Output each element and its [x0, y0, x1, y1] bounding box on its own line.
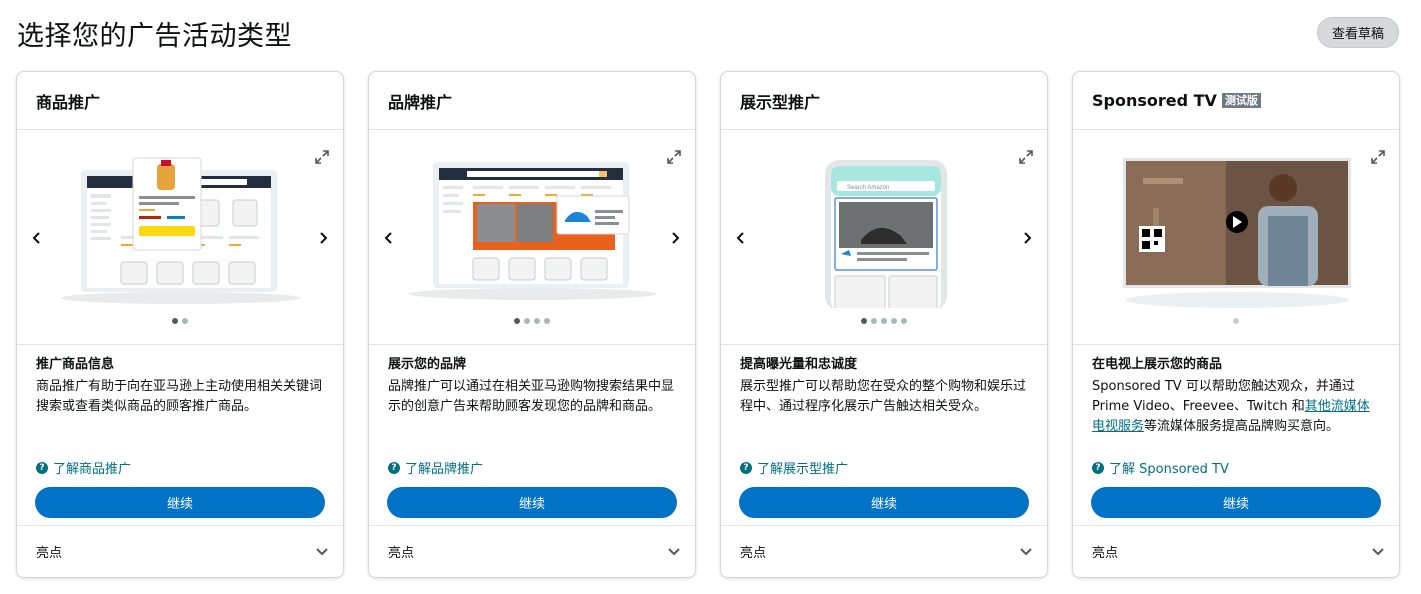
illustration-laptop-brand — [409, 162, 657, 300]
carousel — [1073, 130, 1399, 345]
illustration-tv-video — [1123, 158, 1351, 308]
card-title: 品牌推广 — [369, 72, 695, 130]
expand-icon[interactable] — [1019, 150, 1033, 164]
carousel — [17, 130, 343, 345]
card-title-text: Sponsored TV — [1092, 91, 1217, 110]
illustration-phone-display: Search Amazon — [825, 160, 947, 308]
carousel-dot[interactable] — [871, 318, 877, 324]
continue-button[interactable]: 继续 — [35, 487, 325, 518]
learn-more-link[interactable]: ? 了解展示型推广 — [740, 458, 848, 477]
carousel-dot[interactable] — [544, 318, 550, 324]
illustration-laptop-products — [61, 157, 301, 304]
carousel-dot[interactable] — [901, 318, 907, 324]
card-title-text: 展示型推广 — [740, 92, 821, 112]
chevron-right-icon[interactable] — [315, 230, 331, 246]
learn-more-text: 了解商品推广 — [53, 462, 132, 477]
card-sponsored-display: 展示型推广 Search Amazon 提高曝光量和忠诚度 展示型推广可以帮助您… — [720, 71, 1048, 578]
carousel-dots — [369, 318, 695, 324]
carousel-dot[interactable] — [172, 318, 178, 324]
expand-icon[interactable] — [667, 150, 681, 164]
highlights-label: 亮点 — [388, 546, 415, 561]
expand-icon[interactable] — [1371, 150, 1385, 164]
carousel-dot[interactable] — [881, 318, 887, 324]
chevron-left-icon[interactable] — [733, 230, 749, 246]
chevron-down-icon — [668, 547, 680, 555]
beta-badge: 测试版 — [1221, 93, 1261, 108]
question-circle-icon: ? — [740, 461, 752, 474]
card-subtitle: 推广商品信息 — [36, 357, 115, 372]
card-description: 商品推广有助于向在亚马逊上主动使用相关关键词搜索或查看类似商品的顾客推广商品。 — [36, 379, 323, 414]
carousel-dot[interactable] — [524, 318, 530, 324]
card-sponsored-products: 商品推广 推广商品信息 商品推广有助于向在亚马逊上主动使用相关关键词搜索或查看类… — [16, 71, 344, 578]
description-text-end: 等流媒体服务提高品牌购买意向。 — [1144, 419, 1340, 434]
card-title-text: 商品推广 — [36, 92, 101, 112]
question-circle-icon: ? — [1092, 461, 1104, 474]
card-subtitle: 提高曝光量和忠诚度 — [740, 357, 858, 372]
continue-button[interactable]: 继续 — [387, 487, 677, 518]
question-circle-icon: ? — [388, 461, 400, 474]
highlights-label: 亮点 — [36, 546, 63, 561]
carousel-dots — [17, 318, 343, 324]
search-placeholder-text: Search Amazon — [847, 185, 889, 191]
highlights-toggle[interactable]: 亮点 — [721, 525, 1047, 577]
card-title: 商品推广 — [17, 72, 343, 130]
learn-more-link[interactable]: ? 了解商品推广 — [36, 458, 131, 477]
carousel-dots — [1073, 318, 1399, 324]
continue-button[interactable]: 继续 — [739, 487, 1029, 518]
carousel-dot[interactable] — [1233, 318, 1239, 324]
expand-icon[interactable] — [315, 150, 329, 164]
card-title: 展示型推广 — [721, 72, 1047, 130]
highlights-toggle[interactable]: 亮点 — [1073, 525, 1399, 577]
carousel-dot[interactable] — [182, 318, 188, 324]
card-description: 品牌推广可以通过在相关亚马逊购物搜索结果中显示的创意广告来帮助顾客发现您的品牌和… — [388, 379, 675, 414]
card-subtitle: 展示您的品牌 — [388, 357, 467, 372]
card-title: Sponsored TV 测试版 — [1073, 72, 1399, 130]
chevron-down-icon — [1372, 547, 1384, 555]
carousel-dot[interactable] — [534, 318, 540, 324]
card-sponsored-tv: Sponsored TV 测试版 在电视上展示您的商品 Sponsored TV… — [1072, 71, 1400, 578]
learn-more-text: 了解品牌推广 — [405, 462, 484, 477]
card-sponsored-brands: 品牌推广 展示您的品牌 品牌推广可以通过在相关亚马逊购物搜索结果中显示的创意广告… — [368, 71, 696, 578]
chevron-down-icon — [1020, 547, 1032, 555]
card-title-text: 品牌推广 — [388, 92, 453, 112]
carousel-dot[interactable] — [514, 318, 520, 324]
carousel — [369, 130, 695, 345]
chevron-right-icon[interactable] — [1019, 230, 1035, 246]
chevron-right-icon[interactable] — [667, 230, 683, 246]
highlights-label: 亮点 — [740, 546, 767, 561]
highlights-label: 亮点 — [1092, 546, 1119, 561]
carousel-dot[interactable] — [861, 318, 867, 324]
learn-more-text: 了解展示型推广 — [757, 462, 849, 477]
page-title: 选择您的广告活动类型 — [17, 21, 292, 52]
learn-more-text: 了解 Sponsored TV — [1109, 462, 1229, 477]
highlights-toggle[interactable]: 亮点 — [17, 525, 343, 577]
carousel: Search Amazon — [721, 130, 1047, 345]
question-circle-icon: ? — [36, 461, 48, 474]
continue-button[interactable]: 继续 — [1091, 487, 1381, 518]
carousel-dot[interactable] — [891, 318, 897, 324]
learn-more-link[interactable]: ? 了解 Sponsored TV — [1092, 458, 1229, 477]
chevron-down-icon — [316, 547, 328, 555]
view-drafts-button[interactable]: 查看草稿 — [1317, 17, 1399, 48]
chevron-left-icon[interactable] — [29, 230, 45, 246]
card-subtitle: 在电视上展示您的商品 — [1092, 357, 1223, 372]
learn-more-link[interactable]: ? 了解品牌推广 — [388, 458, 483, 477]
card-description: Sponsored TV 可以帮助您触达观众，并通过 Prime Video、F… — [1092, 377, 1380, 437]
campaign-type-cards: 商品推广 推广商品信息 商品推广有助于向在亚马逊上主动使用相关关键词搜索或查看类… — [16, 71, 1400, 578]
card-description: 展示型推广可以帮助您在受众的整个购物和娱乐过程中、通过程序化展示广告触达相关受众… — [740, 379, 1027, 414]
highlights-toggle[interactable]: 亮点 — [369, 525, 695, 577]
carousel-dots — [721, 318, 1047, 324]
chevron-left-icon[interactable] — [381, 230, 397, 246]
